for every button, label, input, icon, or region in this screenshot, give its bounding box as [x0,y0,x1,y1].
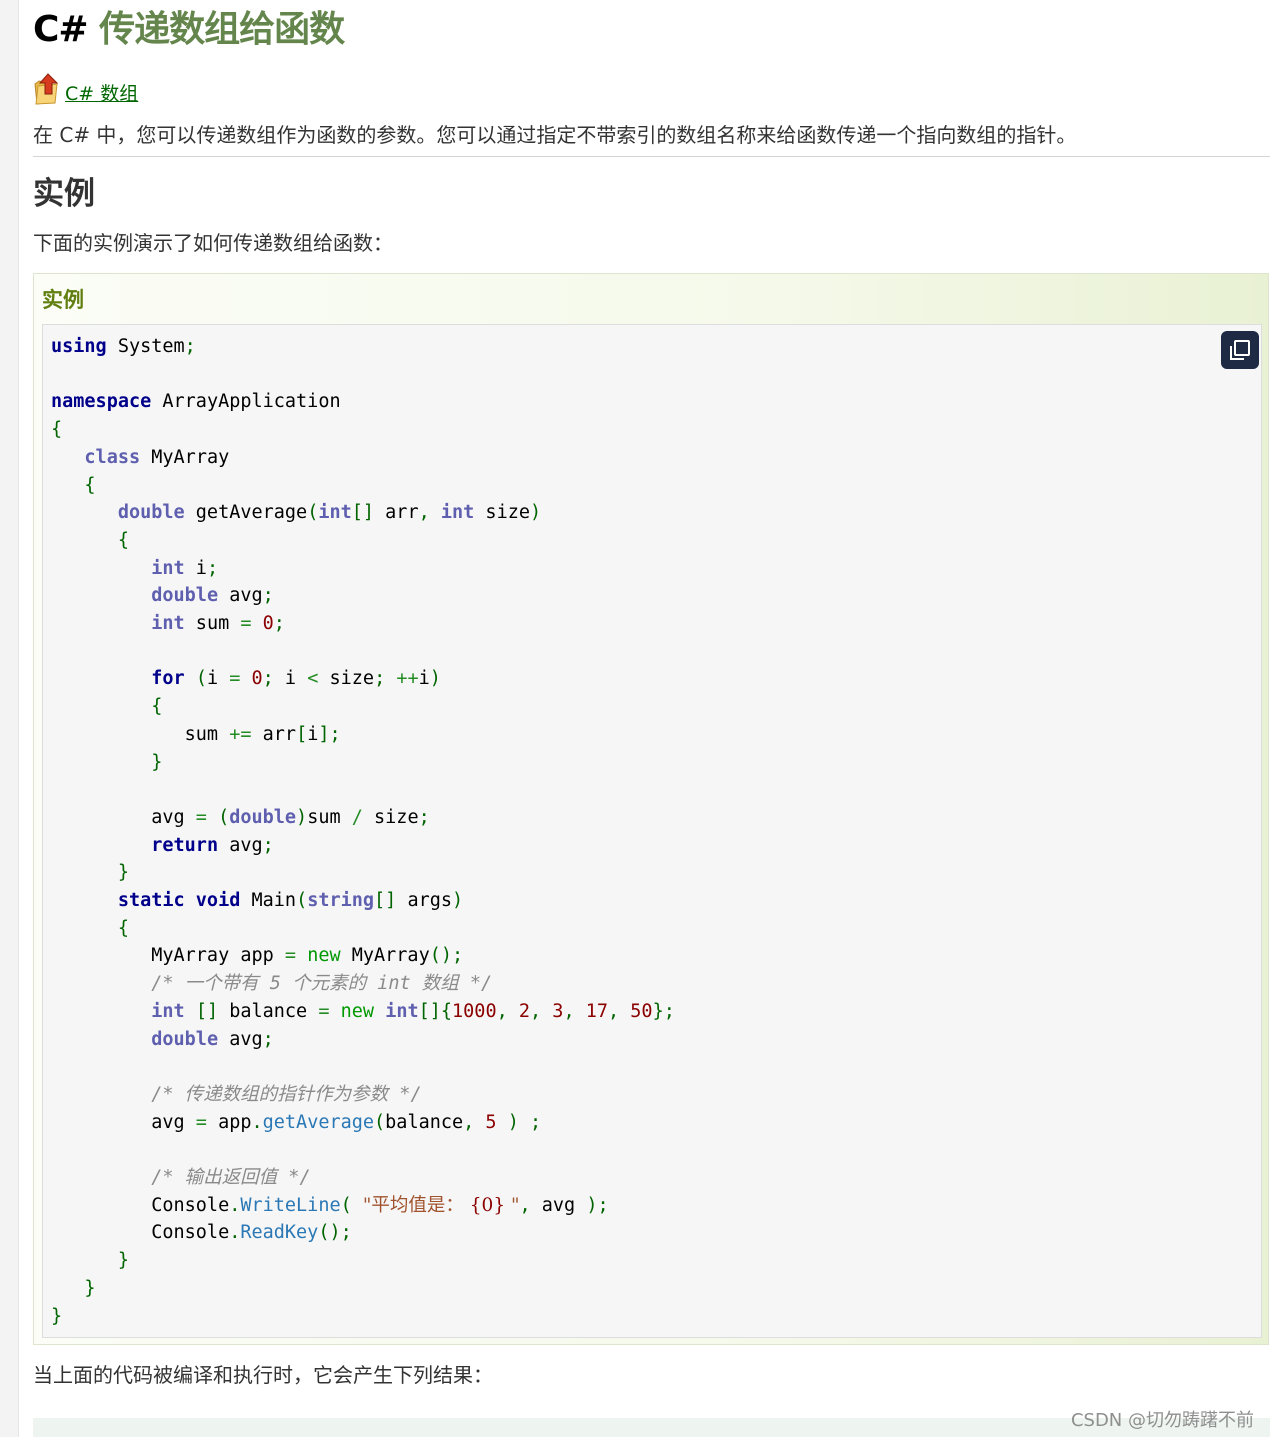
example-description: 下面的实例演示了如何传递数组给函数： [33,231,393,255]
code-line: using System; [51,336,196,357]
code-line: { [84,474,96,496]
code-line: { [117,529,129,551]
code-line: int [] balance = new int[]{1000, 2, 3, 1… [151,1000,675,1022]
code-line: int i; [151,557,219,579]
code-line: { [51,419,63,441]
example-label: 实例 [42,288,84,312]
code-line: } [51,1305,63,1327]
back-link-label[interactable]: C# 数组 [65,82,138,106]
intro-paragraph: 在 C# 中，您可以传递数组作为函数的参数。您可以通过指定不带索引的数组名称来给… [33,123,1077,147]
code-line: int sum = 0; [151,613,285,634]
code-line: namespace ArrayApplication [51,391,341,413]
code-line: { [117,917,129,939]
example-box: 实例 using System; namespace ArrayApplicati… [33,273,1269,1345]
copy-button[interactable] [1221,331,1259,369]
code-line: class MyArray [84,446,230,468]
code-line: { [151,696,163,718]
page-title-prefix: C# [33,9,89,50]
code-line: /* 一个带有 5 个元素的 int 数组 */ [151,973,493,995]
code-line: Console.WriteLine( "平均值是： {0} ", avg ); [51,1194,609,1216]
copy-icon [1230,340,1250,360]
page-title: C# 传递数组给函数 [33,8,345,52]
code-line: } [151,751,163,773]
code-line: } [84,1277,96,1299]
code-line: avg = (double)sum / size; [51,806,430,828]
code-line: avg = app.getAverage(balance, 5 ) ; [51,1111,542,1133]
code-line: Console.ReadKey(); [51,1222,352,1244]
up-arrow-folder-icon [33,70,63,106]
code-line: } [117,1250,129,1272]
code-line: double avg; [151,585,274,607]
output-description: 当上面的代码被编译和执行时，它会产生下列结果： [33,1363,493,1387]
watermark: CSDN @切勿踌躇不前 [1070,1410,1254,1431]
left-gutter [0,0,19,1437]
section-title: 实例 [33,176,95,212]
code-block[interactable]: using System; namespace ArrayApplication {… [42,324,1262,1338]
back-link[interactable]: C# 数组 [33,66,138,106]
code-line: return avg; [151,834,274,856]
code-line: } [117,862,129,884]
code-line: double getAverage(int[] arr, int size) [117,502,542,524]
code-line: /* 输出返回值 */ [151,1167,311,1188]
code-line: static void Main(string[] args) [117,890,464,911]
code-line: double avg; [151,1028,274,1050]
code-line: for (i = 0; i < size; ++i) [151,668,441,690]
page-title-highlight: 传递数组给函数 [99,9,345,50]
code-line: /* 传递数组的指针作为参数 */ [151,1083,422,1105]
code-line: MyArray app = new MyArray(); [51,945,464,967]
divider [33,156,1270,157]
code-line: sum += arr[i]; [51,723,341,745]
